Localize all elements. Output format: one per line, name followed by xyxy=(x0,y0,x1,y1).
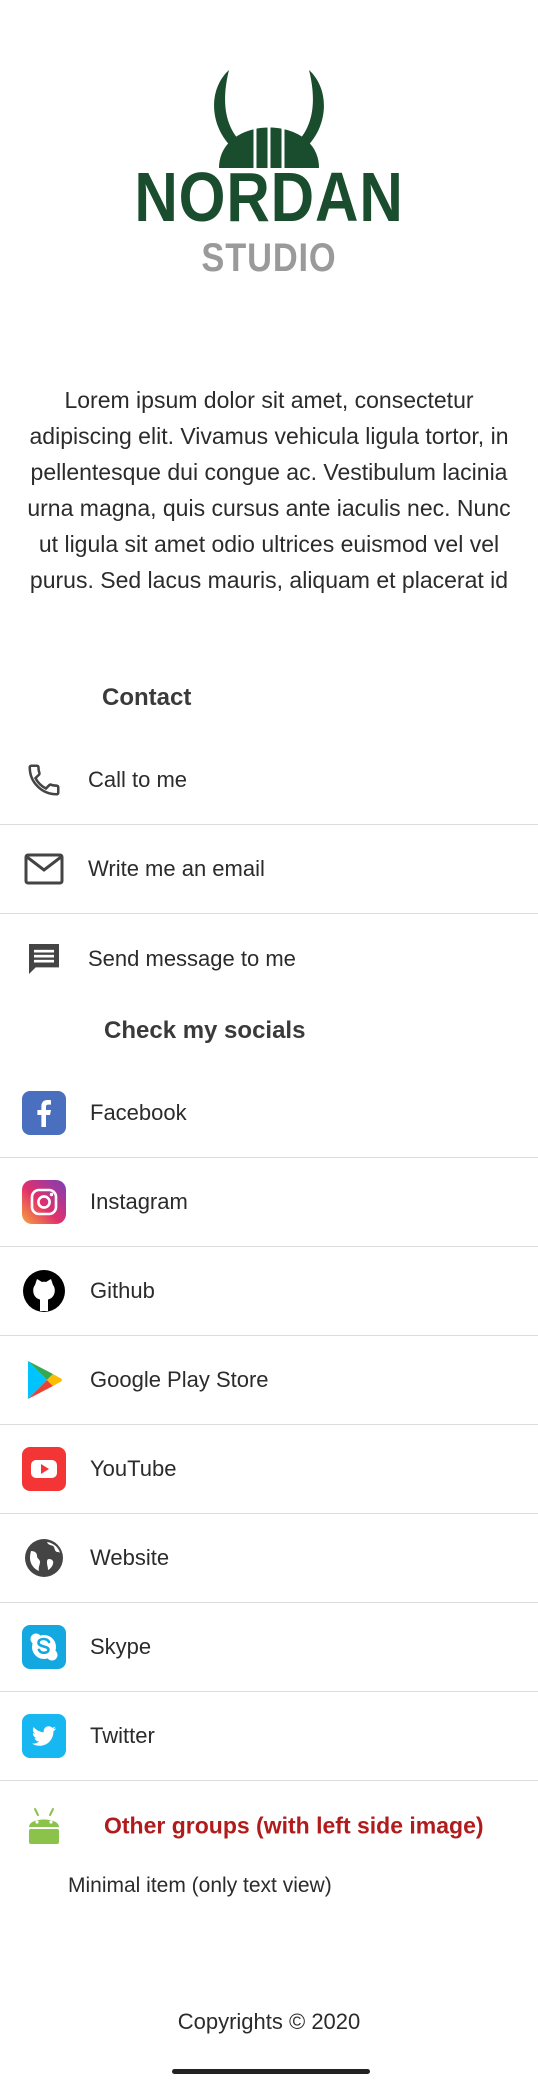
social-item-label: YouTube xyxy=(90,1456,177,1481)
contact-section-title: Contact xyxy=(102,684,192,711)
email-icon xyxy=(22,847,66,891)
brand-subtitle: STUDIO xyxy=(201,236,337,280)
android-icon xyxy=(22,1804,66,1848)
description-text: Lorem ipsum dolor sit amet, consectetur … xyxy=(27,387,511,593)
social-item-website[interactable]: Website xyxy=(0,1514,538,1603)
contact-item-label: Call to me xyxy=(88,767,188,792)
social-item-skype[interactable]: Skype xyxy=(0,1603,538,1692)
viking-helmet-icon xyxy=(214,70,324,168)
message-icon xyxy=(22,937,66,981)
social-item-label: Google Play Store xyxy=(90,1367,269,1392)
facebook-icon xyxy=(22,1091,66,1135)
skype-icon xyxy=(22,1625,66,1669)
other-groups-label: Other groups (with left side image) xyxy=(104,1812,484,1838)
home-indicator-bar[interactable] xyxy=(172,2069,370,2074)
social-item-label: Skype xyxy=(90,1634,152,1659)
social-item-twitter[interactable]: Twitter xyxy=(0,1692,538,1781)
brand-title: NORDAN xyxy=(134,158,404,236)
minimal-item[interactable]: Minimal item (only text view) xyxy=(68,1874,332,1898)
other-groups-item[interactable]: Other groups (with left side image) xyxy=(0,1781,538,1870)
contact-item-call[interactable]: Call to me xyxy=(0,736,538,825)
google-play-icon xyxy=(22,1358,66,1402)
copyright-text: Copyrights © 2020 xyxy=(177,2009,361,2034)
social-item-facebook[interactable]: Facebook xyxy=(0,1069,538,1158)
socials-section-title: Check my socials xyxy=(104,1017,306,1044)
social-item-label: Facebook xyxy=(90,1100,187,1125)
social-item-label: Twitter xyxy=(90,1723,155,1748)
contact-item-email[interactable]: Write me an email xyxy=(0,825,538,914)
social-item-label: Website xyxy=(90,1545,170,1570)
social-item-label: Instagram xyxy=(90,1189,188,1214)
instagram-icon xyxy=(22,1180,66,1224)
contact-item-label: Write me an email xyxy=(88,856,265,881)
youtube-icon xyxy=(22,1447,66,1491)
social-item-youtube[interactable]: YouTube xyxy=(0,1425,538,1514)
social-item-github[interactable]: Github xyxy=(0,1247,538,1336)
brand-logo: NORDAN STUDIO xyxy=(0,60,538,278)
social-item-google-play[interactable]: Google Play Store xyxy=(0,1336,538,1425)
globe-icon xyxy=(22,1536,66,1580)
twitter-icon xyxy=(22,1714,66,1758)
contact-item-message[interactable]: Send message to me xyxy=(0,914,538,1003)
social-item-instagram[interactable]: Instagram xyxy=(0,1158,538,1247)
social-item-label: Github xyxy=(90,1278,155,1303)
github-icon xyxy=(22,1269,66,1313)
contact-item-label: Send message to me xyxy=(88,945,296,971)
phone-icon xyxy=(22,758,66,802)
